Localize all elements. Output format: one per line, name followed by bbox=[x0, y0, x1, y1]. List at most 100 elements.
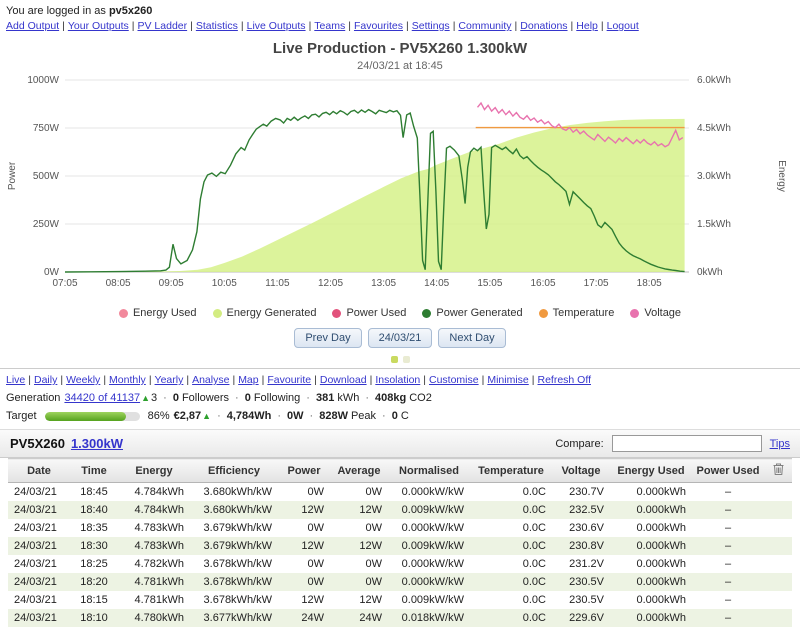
money-up-icon: ▲ bbox=[202, 411, 212, 421]
cell-energy-used: 0.000kWh bbox=[636, 522, 686, 534]
nav-link-yearly[interactable]: Yearly bbox=[155, 374, 184, 386]
date-button[interactable]: 24/03/21 bbox=[367, 328, 433, 348]
cell-energy-used: 0.000kWh bbox=[636, 504, 686, 516]
compare-input[interactable] bbox=[611, 435, 762, 452]
login-prefix: You are logged in as bbox=[6, 5, 109, 17]
rank-link[interactable]: 34420 of 41137 bbox=[64, 392, 140, 404]
column-header-time: Time bbox=[70, 458, 118, 483]
nav-link-insolation[interactable]: Insolation bbox=[375, 374, 420, 386]
cell-voltage: 230.5V bbox=[569, 594, 604, 606]
legend-dot-icon bbox=[212, 308, 222, 318]
cell-temperature: 0.0C bbox=[522, 576, 546, 588]
legend-label: Temperature bbox=[552, 307, 615, 319]
nav-link-pv-ladder[interactable]: PV Ladder bbox=[138, 20, 188, 32]
nav-link-teams[interactable]: Teams bbox=[314, 20, 345, 32]
nav-link-monthly[interactable]: Monthly bbox=[109, 374, 146, 386]
column-header-power: Power bbox=[278, 458, 330, 483]
svg-text:1000W: 1000W bbox=[27, 75, 59, 86]
tips-link[interactable]: Tips bbox=[770, 438, 790, 450]
cell-power-used: – bbox=[724, 486, 732, 498]
column-header-voltage: Voltage bbox=[552, 458, 610, 483]
nav-link-favourite[interactable]: Favourite bbox=[267, 374, 311, 386]
svg-text:12:05: 12:05 bbox=[318, 278, 343, 289]
svg-text:11:05: 11:05 bbox=[265, 278, 290, 289]
nav-link-refresh-off[interactable]: Refresh Off bbox=[538, 374, 592, 386]
legend-item-voltage: Voltage bbox=[630, 307, 681, 319]
nav-link-minimise[interactable]: Minimise bbox=[487, 374, 528, 386]
cell-date: 24/03/21 bbox=[14, 558, 57, 570]
cell-energy: 4.784kWh bbox=[134, 486, 184, 498]
nav-link-map[interactable]: Map bbox=[238, 374, 258, 386]
cell-power: 24W bbox=[301, 612, 324, 624]
table-row: 24/03/21 18:25 4.782kWh 3.678kWh/kW 0W 0W 0.00… bbox=[8, 555, 792, 573]
cell-date: 24/03/21 bbox=[14, 486, 57, 498]
secondary-nav: Live | Daily | Weekly | Monthly | Yearly | Analyse… bbox=[0, 372, 800, 389]
nav-link-donations[interactable]: Donations bbox=[520, 20, 567, 32]
nav-link-logout[interactable]: Logout bbox=[607, 20, 639, 32]
output-table: Date Time Energy Efficiency Power Average Norm… bbox=[8, 458, 792, 627]
nav-separator: | bbox=[28, 374, 31, 386]
legend-dot-icon bbox=[118, 308, 128, 318]
cell-power: 0W bbox=[307, 576, 325, 588]
target-progress-bar bbox=[44, 411, 140, 421]
separator: · bbox=[163, 392, 167, 404]
cell-voltage: 230.7V bbox=[569, 486, 604, 498]
target-label: Target bbox=[6, 410, 37, 422]
nav-link-settings[interactable]: Settings bbox=[412, 20, 450, 32]
svg-text:1.5kWh: 1.5kWh bbox=[697, 219, 731, 230]
nav-link-customise[interactable]: Customise bbox=[429, 374, 479, 386]
nav-link-live-outputs[interactable]: Live Outputs bbox=[247, 20, 306, 32]
svg-text:09:05: 09:05 bbox=[159, 278, 184, 289]
svg-text:Energy: Energy bbox=[776, 160, 787, 192]
nav-separator: | bbox=[190, 20, 193, 32]
table-row: 24/03/21 18:40 4.784kWh 3.680kWh/kW 12W 12W 0.… bbox=[8, 501, 792, 519]
delete-icon[interactable] bbox=[764, 458, 792, 483]
cell-average: 0W bbox=[365, 576, 383, 588]
cell-temperature: 0.0C bbox=[522, 558, 546, 570]
cell-energy: 4.784kWh bbox=[134, 504, 184, 516]
nav-separator: | bbox=[481, 374, 485, 386]
nav-link-weekly[interactable]: Weekly bbox=[66, 374, 100, 386]
svg-text:4.5kWh: 4.5kWh bbox=[697, 123, 731, 134]
nav-link-daily[interactable]: Daily bbox=[34, 374, 57, 386]
cell-average: 12W bbox=[359, 594, 382, 606]
nav-link-favourites[interactable]: Favourites bbox=[354, 20, 403, 32]
cell-voltage: 229.6V bbox=[569, 612, 604, 624]
nav-separator: | bbox=[232, 374, 236, 386]
output-table-section: Date Time Energy Efficiency Power Average Norm… bbox=[0, 458, 800, 627]
nav-link-help[interactable]: Help bbox=[576, 20, 598, 32]
nav-separator: | bbox=[240, 20, 244, 32]
nav-link-download[interactable]: Download bbox=[320, 374, 367, 386]
svg-text:14:05: 14:05 bbox=[424, 278, 449, 289]
cell-energy: 4.782kWh bbox=[134, 558, 184, 570]
nav-link-community[interactable]: Community bbox=[458, 20, 511, 32]
next-day-button[interactable]: Next Day bbox=[438, 328, 506, 348]
cell-time: 18:10 bbox=[80, 612, 108, 624]
total-energy-value: 381 bbox=[315, 392, 335, 404]
prev-day-button[interactable]: Prev Day bbox=[294, 328, 362, 348]
cell-energy: 4.781kWh bbox=[134, 576, 184, 588]
cell-temperature: 0.0C bbox=[522, 612, 546, 624]
divider bbox=[0, 368, 800, 369]
nav-link-add-output[interactable]: Add Output bbox=[6, 20, 59, 32]
nav-link-statistics[interactable]: Statistics bbox=[196, 20, 238, 32]
nav-link-your-outputs[interactable]: Your Outputs bbox=[68, 20, 129, 32]
cell-power: 0W bbox=[307, 558, 325, 570]
separator: · bbox=[365, 392, 369, 404]
cell-efficiency: 3.677kWh/kW bbox=[203, 612, 272, 624]
nav-link-analyse[interactable]: Analyse bbox=[192, 374, 229, 386]
system-capacity-link[interactable]: 1.300kW bbox=[71, 436, 123, 451]
cell-normalised: 0.000kW/kW bbox=[401, 522, 464, 534]
separator: · bbox=[306, 392, 310, 404]
cell-power: 12W bbox=[301, 540, 324, 552]
cell-voltage: 231.2V bbox=[569, 558, 604, 570]
cell-voltage: 230.6V bbox=[569, 522, 604, 534]
svg-text:15:05: 15:05 bbox=[477, 278, 502, 289]
cell-date: 24/03/21 bbox=[14, 504, 57, 516]
cell-actions bbox=[764, 483, 792, 502]
target-percent: 86% bbox=[147, 410, 170, 422]
rank-up-icon: ▲ bbox=[141, 393, 151, 403]
separator: · bbox=[277, 410, 282, 422]
nav-link-live[interactable]: Live bbox=[6, 374, 25, 386]
cell-normalised: 0.009kW/kW bbox=[401, 504, 464, 516]
